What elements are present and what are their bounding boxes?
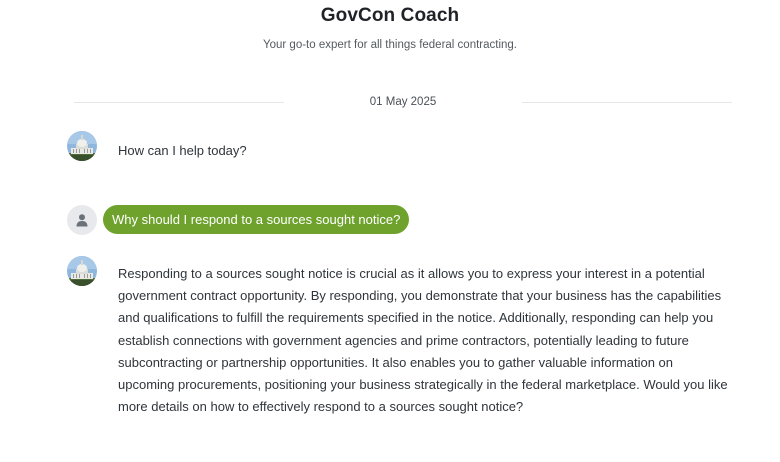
assistant-message: How can I help today? [118,143,247,158]
capitol-building-icon [67,256,97,286]
conversation-date: 01 May 2025 [369,96,437,108]
divider-line-right [522,101,732,103]
chat-page: GovCon Coach Your go-to expert for all t… [0,0,780,462]
page-subtitle: Your go-to expert for all things federal… [263,39,517,51]
capitol-building-icon [67,131,97,161]
chat-header: GovCon Coach Your go-to expert for all t… [0,5,780,51]
divider-line-left [74,101,284,103]
page-title: GovCon Coach [320,5,460,26]
user-icon [76,214,88,227]
assistant-message: Responding to a sources sought notice is… [118,266,728,415]
user-message-bubble: Why should I respond to a sources sought… [103,205,410,234]
user-avatar [67,205,97,235]
date-divider: 01 May 2025 [74,94,732,110]
